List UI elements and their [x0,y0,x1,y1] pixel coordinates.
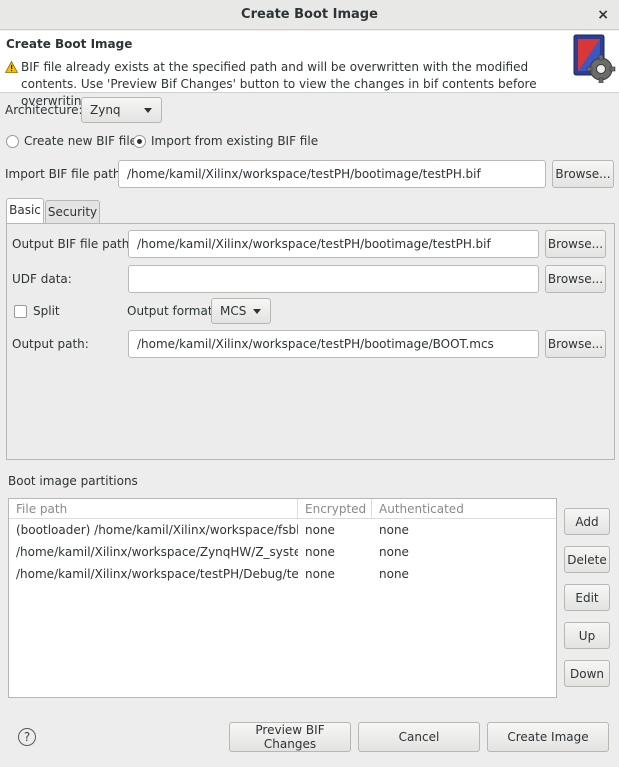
output-format-label: Output format: [127,304,217,318]
column-header-authenticated[interactable]: Authenticated [372,499,556,519]
output-bif-path-input[interactable] [128,230,539,258]
output-format-select[interactable]: MCS [211,298,271,324]
tab-security[interactable]: Security [45,200,100,224]
radio-import-existing-bif[interactable] [133,135,146,148]
boot-image-gear-icon [573,34,616,83]
window-title: Create Boot Image [241,7,378,22]
window-titlebar: Create Boot Image [0,0,619,30]
architecture-label: Architecture: [5,103,83,117]
close-icon[interactable]: × [597,0,609,30]
output-format-value: MCS [220,304,247,318]
chevron-down-icon [144,108,152,113]
cell-authenticated: none [379,523,409,537]
radio-import-existing-bif-label[interactable]: Import from existing BIF file [151,133,318,149]
create-image-button[interactable]: Create Image [487,722,609,752]
boot-partitions-label: Boot image partitions [8,474,138,488]
table-row[interactable]: /home/kamil/Xilinx/workspace/ZynqHW/Z_sy… [9,541,556,563]
cell-file-path: /home/kamil/Xilinx/workspace/ZynqHW/Z_sy… [16,545,298,559]
cell-file-path: (bootloader) /home/kamil/Xilinx/workspac… [16,523,298,537]
import-bif-path-input[interactable] [118,160,546,188]
split-label[interactable]: Split [33,303,60,319]
udf-data-input[interactable] [128,265,539,293]
radio-create-new-bif[interactable] [6,135,19,148]
preview-bif-changes-button[interactable]: Preview BIF Changes [229,722,351,752]
cell-encrypted: none [305,523,335,537]
radio-create-new-bif-label[interactable]: Create new BIF file [24,133,137,149]
architecture-select[interactable]: Zynq [81,97,162,123]
output-bif-browse-button[interactable]: Browse... [545,230,606,258]
help-icon[interactable]: ? [18,728,36,746]
output-bif-path-label: Output BIF file path: [12,237,134,251]
move-up-button[interactable]: Up [564,622,610,649]
cell-authenticated: none [379,545,409,559]
cell-encrypted: none [305,567,335,581]
architecture-value: Zynq [90,103,121,117]
output-path-label: Output path: [12,337,89,351]
move-down-button[interactable]: Down [564,660,610,687]
cell-file-path: /home/kamil/Xilinx/workspace/testPH/Debu… [16,567,298,581]
output-path-input[interactable] [128,330,539,358]
udf-data-browse-button[interactable]: Browse... [545,265,606,293]
cancel-button[interactable]: Cancel [358,722,480,752]
import-bif-path-label: Import BIF file path: [5,167,125,181]
table-row[interactable]: (bootloader) /home/kamil/Xilinx/workspac… [9,519,556,541]
split-checkbox[interactable] [14,305,27,318]
add-partition-button[interactable]: Add [564,508,610,535]
column-header-file-path[interactable]: File path [9,499,298,519]
output-path-browse-button[interactable]: Browse... [545,330,606,358]
partitions-table[interactable]: File path Encrypted Authenticated (bootl… [8,498,557,698]
import-bif-browse-button[interactable]: Browse... [552,160,614,188]
cell-encrypted: none [305,545,335,559]
header-title: Create Boot Image [6,37,133,51]
chevron-down-icon [253,309,261,314]
tab-basic[interactable]: Basic [6,198,44,224]
table-row[interactable]: /home/kamil/Xilinx/workspace/testPH/Debu… [9,563,556,585]
warning-icon [5,61,18,73]
edit-partition-button[interactable]: Edit [564,584,610,611]
udf-data-label: UDF data: [12,272,72,286]
cell-authenticated: none [379,567,409,581]
delete-partition-button[interactable]: Delete [564,546,610,573]
column-header-encrypted[interactable]: Encrypted [298,499,372,519]
